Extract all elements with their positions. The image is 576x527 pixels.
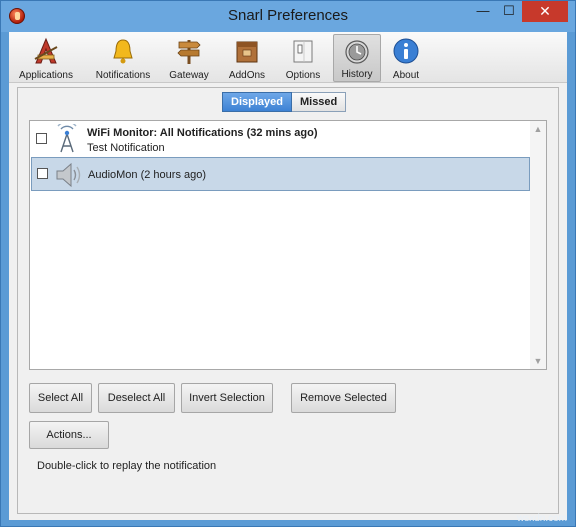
preferences-client-area: Applications Notifications Gateway AddOn… <box>9 32 567 520</box>
signpost-icon <box>177 40 201 64</box>
snarl-preferences-window: Snarl Preferences — ☐ ✕ Applications Not… <box>0 0 576 527</box>
toolbar-about[interactable]: About <box>387 34 425 82</box>
notification-checkbox[interactable] <box>36 133 47 144</box>
notification-title: WiFi Monitor: All Notifications (32 mins… <box>87 127 318 139</box>
title-bar[interactable]: Snarl Preferences — ☐ ✕ <box>1 1 575 32</box>
history-tabs: Displayed Missed <box>222 92 347 112</box>
notification-title: AudioMon (2 hours ago) <box>88 169 207 181</box>
applications-icon <box>34 37 58 64</box>
deselect-all-button[interactable]: Deselect All <box>98 383 175 413</box>
toolbar-item-label: History <box>341 69 373 80</box>
toolbar-item-label: Applications <box>19 70 73 81</box>
toolbar-history[interactable]: History <box>333 34 381 82</box>
history-icon <box>345 40 369 64</box>
notification-checkbox[interactable] <box>37 168 48 179</box>
notification-row-selected[interactable]: AudioMon (2 hours ago) <box>31 157 530 191</box>
maximize-button[interactable]: ☐ <box>496 1 522 22</box>
info-icon <box>393 38 419 64</box>
list-scrollbar[interactable]: ▲ ▼ <box>530 121 546 369</box>
bell-icon <box>113 39 133 64</box>
notification-row[interactable]: WiFi Monitor: All Notifications (32 mins… <box>31 121 530 157</box>
select-all-button[interactable]: Select All <box>29 383 92 413</box>
history-panel: Displayed Missed WiFi Monitor: All Notif… <box>17 87 559 514</box>
toolbar-item-label: About <box>392 70 420 81</box>
toolbar-gateway[interactable]: Gateway <box>164 34 214 82</box>
tab-displayed[interactable]: Displayed <box>222 92 292 112</box>
notification-list[interactable]: WiFi Monitor: All Notifications (32 mins… <box>29 120 547 370</box>
minimize-button[interactable]: — <box>470 1 496 22</box>
remove-selected-button[interactable]: Remove Selected <box>291 383 396 413</box>
scroll-down-arrow-icon[interactable]: ▼ <box>530 353 546 369</box>
speaker-icon <box>56 162 81 188</box>
close-button[interactable]: ✕ <box>522 1 568 22</box>
invert-selection-button[interactable]: Invert Selection <box>181 383 273 413</box>
toolbar-addons[interactable]: AddOns <box>220 34 274 82</box>
toolbar-applications[interactable]: Applications <box>10 34 82 82</box>
toolbar-notifications[interactable]: Notifications <box>88 34 158 82</box>
toolbar-item-label: Gateway <box>169 70 209 81</box>
switch-icon <box>293 40 313 63</box>
notification-subtitle: Test Notification <box>87 142 165 154</box>
toolbar: Applications Notifications Gateway AddOn… <box>9 32 567 83</box>
scroll-up-arrow-icon[interactable]: ▲ <box>530 121 546 137</box>
replay-hint: Double-click to replay the notification <box>37 460 217 472</box>
wifi-tower-icon <box>57 124 77 153</box>
watermark: wsxdn.com <box>516 513 567 524</box>
tab-missed[interactable]: Missed <box>291 92 347 112</box>
toolbar-options[interactable]: Options <box>280 34 326 82</box>
toolbar-item-label: AddOns <box>228 70 266 81</box>
actions-button[interactable]: Actions... <box>29 421 109 449</box>
toolbar-item-label: Options <box>285 70 321 81</box>
package-icon <box>236 41 258 63</box>
toolbar-item-label: Notifications <box>95 70 151 81</box>
